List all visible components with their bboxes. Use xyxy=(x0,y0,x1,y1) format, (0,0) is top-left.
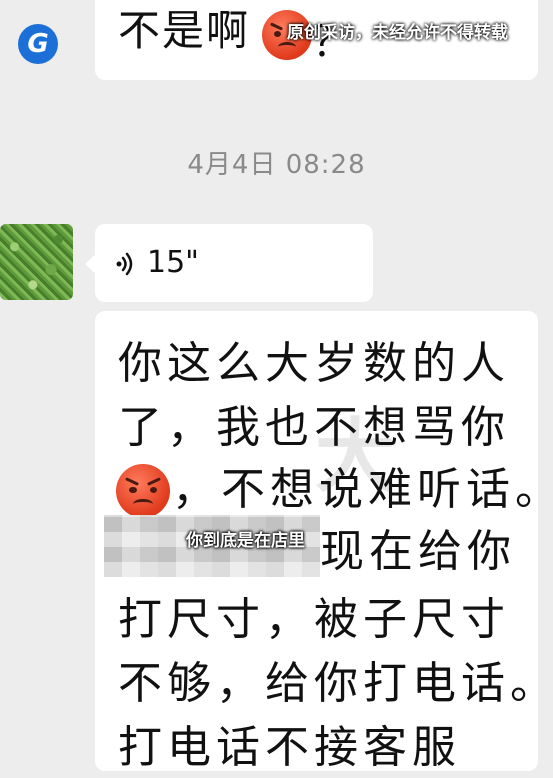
message-line: 不够，给你打电话。 xyxy=(118,658,553,709)
chat-timestamp: 4月4日 08:28 xyxy=(187,150,366,180)
video-subtitle: 你到底是在店里 xyxy=(186,531,305,551)
avatar[interactable] xyxy=(0,224,73,300)
copyright-notice: 原创采访，未经允许不得转载 xyxy=(287,23,508,43)
voice-wave-icon xyxy=(116,252,133,276)
message-line: 了，我也不想骂你 xyxy=(118,402,510,453)
message-line: 你这么大岁数的人 xyxy=(118,338,510,389)
message-line: 现在给你 xyxy=(320,526,516,577)
voice-duration: 15" xyxy=(147,245,199,280)
message-line: 打尺寸，被子尺寸 xyxy=(118,594,510,645)
channel-logo-icon: G xyxy=(18,24,58,64)
angry-face-icon xyxy=(116,464,170,518)
message-line: ，不想说难听话。 xyxy=(172,464,553,515)
message-text-top: 不是啊 xyxy=(118,6,251,55)
message-line: 打电话不接客服 xyxy=(118,722,461,773)
voice-message-bubble[interactable]: 15" xyxy=(85,224,373,302)
